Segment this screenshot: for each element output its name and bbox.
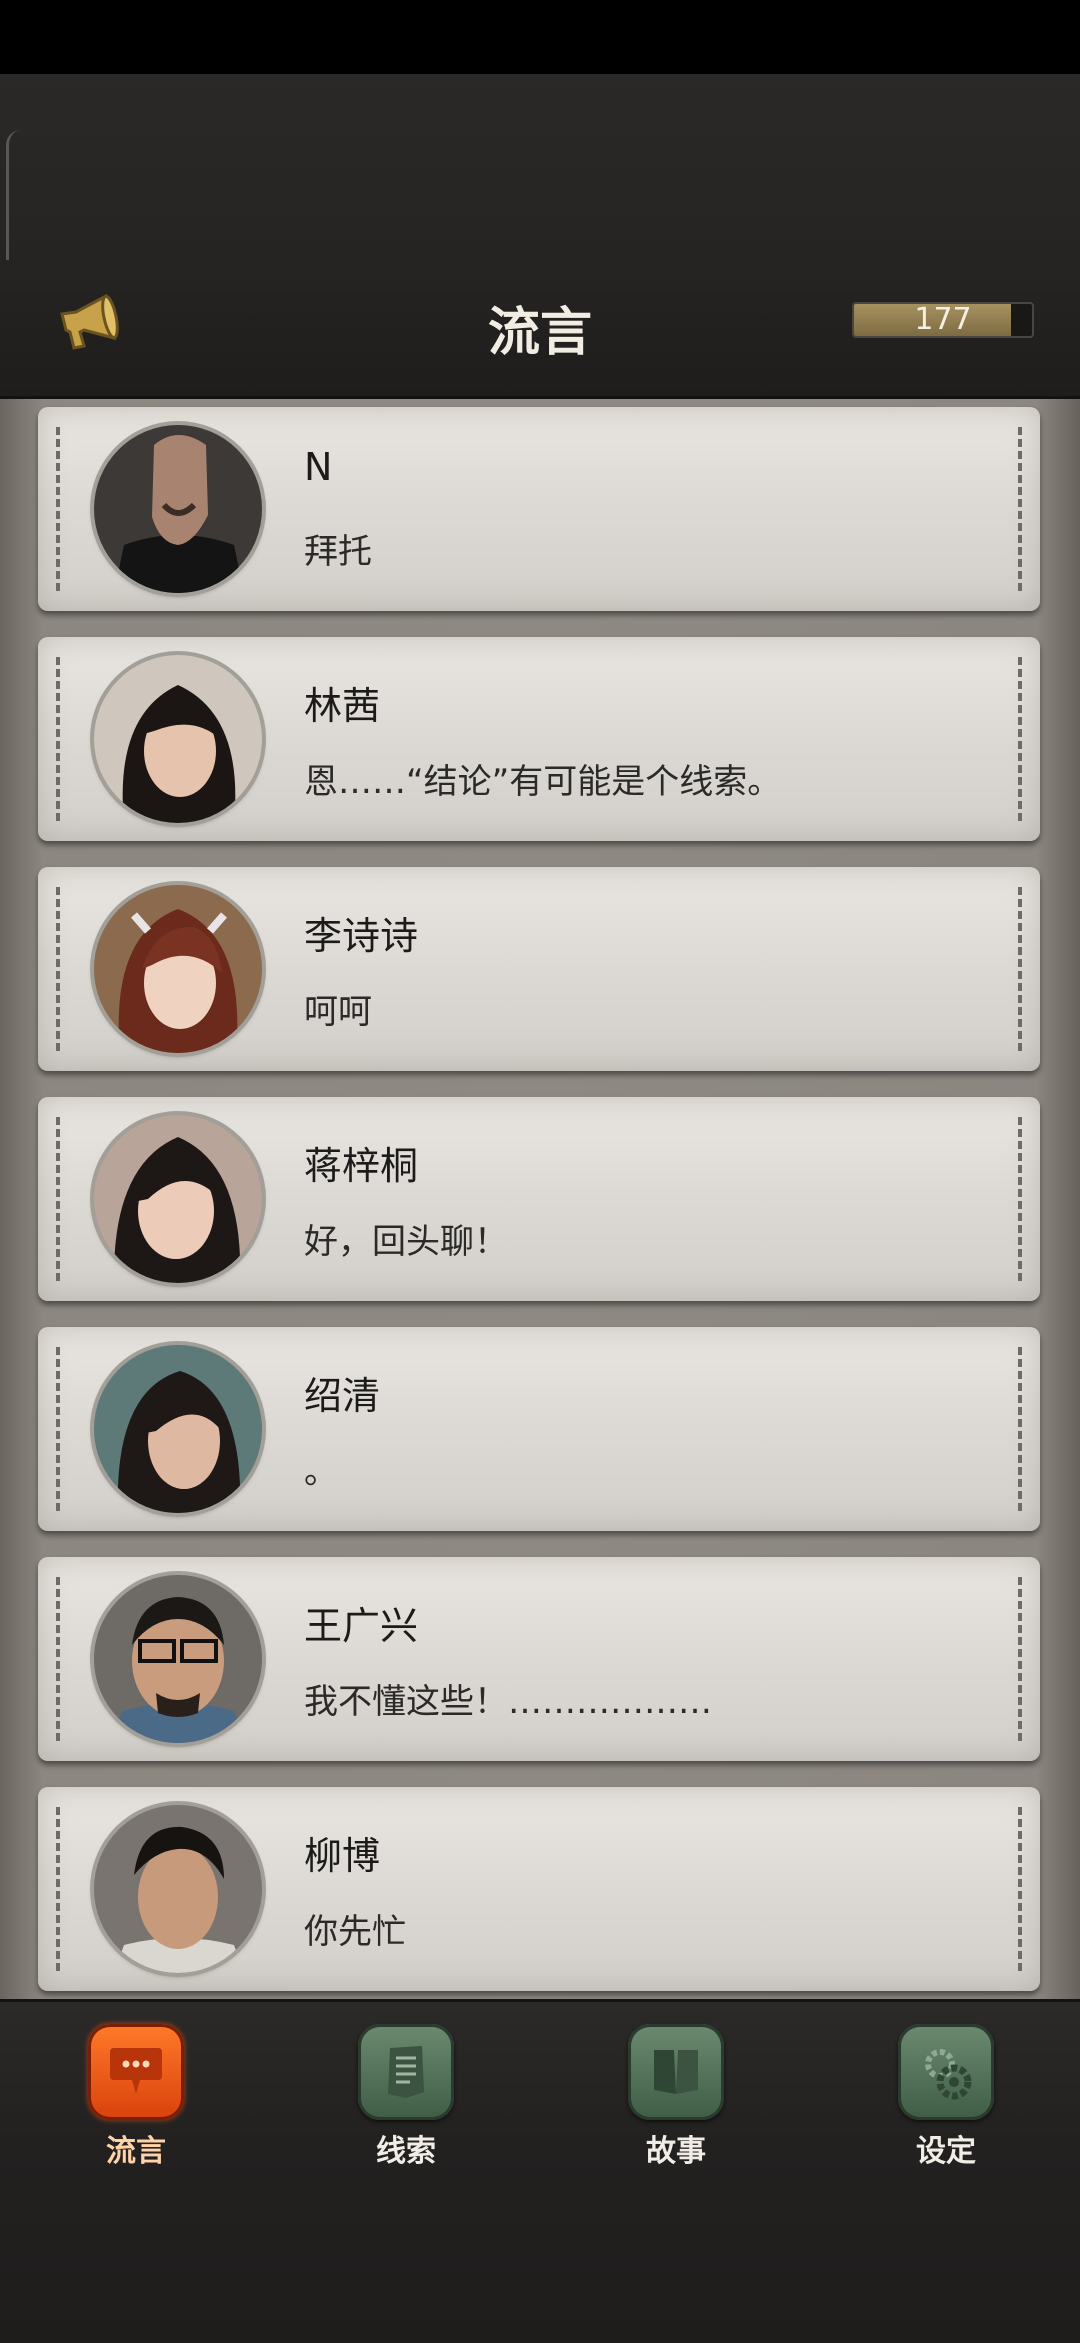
- tab-clues[interactable]: 线索: [336, 2024, 476, 2170]
- avatar: [94, 655, 262, 823]
- contact-name: 李诗诗: [304, 914, 419, 958]
- contact-name: 绍清: [304, 1374, 381, 1418]
- tab-label: 故事: [646, 2134, 706, 2169]
- currency-counter: 177: [852, 302, 1034, 338]
- contact-row[interactable]: 柳博 你先忙: [38, 1787, 1040, 1991]
- contact-row[interactable]: 王广兴 我不懂这些！………………: [38, 1557, 1040, 1761]
- stitch-decoration: [1018, 887, 1022, 1051]
- stitch-decoration: [1018, 1117, 1022, 1281]
- tab-label: 流言: [106, 2134, 166, 2169]
- contact-last-message: 呵呵: [304, 992, 372, 1032]
- contact-row[interactable]: 蒋梓桐 好，回头聊！: [38, 1097, 1040, 1301]
- contact-last-message: 好，回头聊！: [304, 1222, 508, 1262]
- contact-last-message: 拜托: [304, 532, 372, 572]
- stitch-decoration: [56, 887, 60, 1051]
- status-bar: [0, 0, 1080, 74]
- stitch-decoration: [56, 1807, 60, 1971]
- gear-icon: [898, 2024, 994, 2120]
- contact-name: N: [304, 445, 333, 489]
- notes-icon: [358, 2024, 454, 2120]
- tab-rumors[interactable]: 流言: [66, 2024, 206, 2170]
- contact-name: 王广兴: [304, 1604, 419, 1648]
- avatar: [94, 1805, 262, 1973]
- bottom-tab-bar: 流言 线索 故事 设定: [0, 1999, 1080, 2343]
- chat-bubble-icon: [88, 2024, 184, 2120]
- edge-gesture-indicator: [6, 130, 21, 260]
- avatar: [94, 1575, 262, 1743]
- tab-settings[interactable]: 设定: [876, 2024, 1016, 2170]
- contact-row[interactable]: 林茜 恩……“结论”有可能是个线索。: [38, 637, 1040, 841]
- stitch-decoration: [1018, 657, 1022, 821]
- avatar: [94, 885, 262, 1053]
- stitch-decoration: [56, 427, 60, 591]
- stitch-decoration: [1018, 427, 1022, 591]
- stitch-decoration: [1018, 1577, 1022, 1741]
- contact-last-message: 我不懂这些！………………: [304, 1682, 712, 1722]
- tab-story[interactable]: 故事: [606, 2024, 746, 2170]
- contact-name: 蒋梓桐: [304, 1144, 419, 1188]
- contact-last-message: 你先忙: [304, 1912, 406, 1952]
- contact-list[interactable]: N 拜托 林茜 恩……“结论”有可能是个线索。 李诗诗 呵呵 蒋梓桐 好，回头聊…: [0, 399, 1080, 1999]
- contact-last-message: 。: [304, 1452, 338, 1492]
- book-icon: [628, 2024, 724, 2120]
- stitch-decoration: [1018, 1807, 1022, 1971]
- stitch-decoration: [1018, 1347, 1022, 1511]
- contact-last-message: 恩……“结论”有可能是个线索。: [304, 762, 782, 802]
- stitch-decoration: [56, 1347, 60, 1511]
- contact-row[interactable]: 绍清 。: [38, 1327, 1040, 1531]
- contact-name: 柳博: [304, 1834, 381, 1878]
- stitch-decoration: [56, 1577, 60, 1741]
- tab-label: 线索: [376, 2134, 436, 2169]
- tab-label: 设定: [916, 2134, 976, 2169]
- contact-name: 林茜: [304, 684, 381, 728]
- counter-value: 177: [914, 302, 972, 337]
- header: 流言 177: [0, 74, 1080, 399]
- contact-row[interactable]: 李诗诗 呵呵: [38, 867, 1040, 1071]
- avatar: [94, 1345, 262, 1513]
- contact-row[interactable]: N 拜托: [38, 407, 1040, 611]
- avatar: [94, 1115, 262, 1283]
- stitch-decoration: [56, 1117, 60, 1281]
- avatar: [94, 425, 262, 593]
- stitch-decoration: [56, 657, 60, 821]
